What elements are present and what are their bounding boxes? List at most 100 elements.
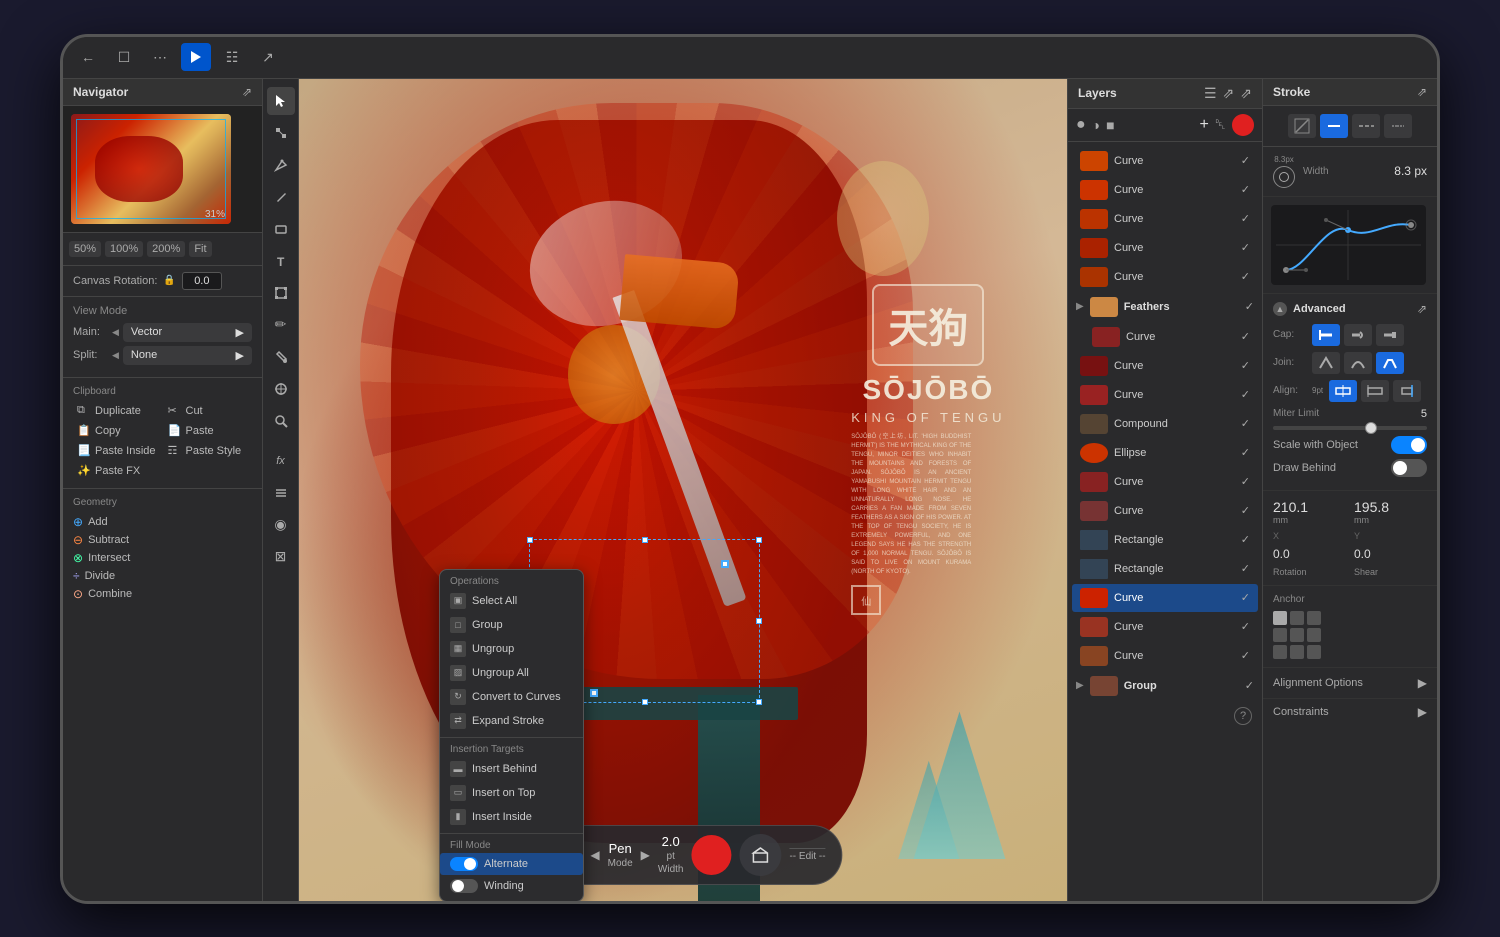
scale-toggle[interactable] xyxy=(1391,436,1427,454)
layers-plus-icon[interactable]: + xyxy=(1199,116,1208,134)
zoom-200[interactable]: 200% xyxy=(147,241,185,257)
canvas-area[interactable]: 天狗 SŌJŌBŌ KING OF TENGU SŌJŌBŌ (空上坊, LIT… xyxy=(299,79,1067,901)
layer-visibility[interactable]: ✓ xyxy=(1241,388,1250,401)
layer-item[interactable]: Curve ✓ xyxy=(1072,176,1258,204)
alternate-toggle[interactable] xyxy=(450,857,478,871)
align-outside-btn[interactable] xyxy=(1393,380,1421,402)
expand-stroke-button[interactable]: ⇄ Expand Stroke xyxy=(440,709,583,733)
x-value-field[interactable]: 0.0 xyxy=(1273,547,1346,561)
zoom-50[interactable]: 50% xyxy=(69,241,101,257)
align-center-btn[interactable] xyxy=(1329,380,1357,402)
mode-left-arrow[interactable]: ◀ xyxy=(590,848,599,862)
align-inside-btn[interactable] xyxy=(1361,380,1389,402)
anchor-tl[interactable] xyxy=(1273,611,1287,625)
layers-color-dot[interactable] xyxy=(1232,114,1254,136)
rect-layer-1[interactable]: Rectangle ✓ xyxy=(1072,526,1258,554)
compound-layer[interactable]: Compound ✓ xyxy=(1072,410,1258,438)
layer-visibility[interactable]: ✓ xyxy=(1241,154,1250,167)
layer-visibility[interactable]: ✓ xyxy=(1241,417,1250,430)
layer-item[interactable]: Curve ✓ xyxy=(1072,234,1258,262)
no-stroke-btn[interactable] xyxy=(1288,114,1316,138)
join-round-btn[interactable] xyxy=(1344,352,1372,374)
layer-visibility[interactable]: ✓ xyxy=(1241,475,1250,488)
layers-add-icon[interactable]: ● xyxy=(1076,116,1086,134)
cap-square-btn[interactable] xyxy=(1376,324,1404,346)
combine-button[interactable]: ⊙ Combine xyxy=(73,585,252,603)
split-chevron-left[interactable]: ◀ xyxy=(112,350,119,361)
symbol-tool[interactable]: ◉ xyxy=(267,511,295,539)
layer-item[interactable]: Curve ✓ xyxy=(1072,263,1258,291)
anchor-bm[interactable] xyxy=(1290,645,1304,659)
crop-tool[interactable]: ✏ xyxy=(267,311,295,339)
group-button[interactable]: □ Group xyxy=(440,613,583,637)
layer-visibility[interactable]: ✓ xyxy=(1241,241,1250,254)
selected-curve-layer[interactable]: Curve ✓ xyxy=(1072,584,1258,612)
layer-visibility[interactable]: ✓ xyxy=(1241,330,1250,343)
colour-button[interactable] xyxy=(691,835,731,875)
join-miter-btn[interactable] xyxy=(1312,352,1340,374)
pencil-tool[interactable] xyxy=(267,183,295,211)
rotation-input[interactable] xyxy=(182,272,222,290)
layer-item[interactable]: Curve ✓ xyxy=(1072,613,1258,641)
layer-visibility[interactable]: ✓ xyxy=(1241,270,1250,283)
layers-copy-icon[interactable]: ■ xyxy=(1106,117,1114,133)
select-all-button[interactable]: ▣ Select All xyxy=(440,589,583,613)
cursor-tool[interactable] xyxy=(267,87,295,115)
zoom-fit[interactable]: Fit xyxy=(189,241,211,257)
layer-visibility[interactable]: ✓ xyxy=(1241,359,1250,372)
insert-inside-button[interactable]: ▮ Insert Inside xyxy=(440,805,583,829)
layers-expand-icon[interactable]: ⇗ xyxy=(1223,85,1235,102)
anchor-mm[interactable] xyxy=(1290,628,1304,642)
layer-item[interactable]: Curve ✓ xyxy=(1072,468,1258,496)
width-value-stroke[interactable]: 8.3 px xyxy=(1394,164,1427,178)
layer-item[interactable]: Curve ✓ xyxy=(1072,642,1258,670)
anchor-tm[interactable] xyxy=(1290,611,1304,625)
layer-item[interactable]: Curve ✓ xyxy=(1072,205,1258,233)
cap-round-btn[interactable] xyxy=(1344,324,1372,346)
main-chevron-left[interactable]: ◀ xyxy=(112,327,119,338)
anchor-tr[interactable] xyxy=(1307,611,1321,625)
advanced-options-icon[interactable]: ⇗ xyxy=(1417,302,1427,316)
layers-tool[interactable] xyxy=(267,479,295,507)
split-selector[interactable]: None ▶ xyxy=(123,346,252,365)
solid-stroke-btn[interactable] xyxy=(1320,114,1348,138)
layers-new-icon[interactable]: ⇗ xyxy=(1240,85,1252,102)
layer-visibility[interactable]: ✓ xyxy=(1241,649,1250,662)
more-button[interactable]: ⋯ xyxy=(145,43,175,71)
layer-visibility[interactable]: ✓ xyxy=(1241,562,1250,575)
group-expand-icon[interactable]: ▶ xyxy=(1076,301,1084,312)
group-visibility[interactable]: ✓ xyxy=(1245,300,1254,313)
ungroup-button[interactable]: ▦ Ungroup xyxy=(440,637,583,661)
layers-stack-icon[interactable]: ◑ xyxy=(1092,117,1100,133)
layers-help-button[interactable]: ? xyxy=(1234,707,1252,725)
ellipse-layer[interactable]: Ellipse ✓ xyxy=(1072,439,1258,467)
join-bevel-btn[interactable] xyxy=(1376,352,1404,374)
subtract-button[interactable]: ⊖ Subtract xyxy=(73,531,252,549)
layer-item[interactable]: Curve ✓ xyxy=(1072,323,1258,351)
insert-behind-button[interactable]: ▬ Insert Behind xyxy=(440,757,583,781)
layers-list-icon[interactable]: ☰ xyxy=(1204,85,1217,102)
transform-tool[interactable] xyxy=(267,279,295,307)
winding-toggle[interactable] xyxy=(450,879,478,893)
layers-trash-icon[interactable]: ␡ xyxy=(1215,116,1226,133)
main-selector[interactable]: Vector ▶ xyxy=(123,323,252,342)
bottom-group[interactable]: ▶ Group ✓ xyxy=(1068,671,1262,701)
text-tool[interactable]: T xyxy=(267,247,295,275)
export-button[interactable]: ↗ xyxy=(253,43,283,71)
navigator-expand-icon[interactable]: ⇗ xyxy=(242,85,252,99)
zoom-tool[interactable] xyxy=(267,407,295,435)
intersect-button[interactable]: ⊗ Intersect xyxy=(73,549,252,567)
winding-fill-button[interactable]: Winding xyxy=(440,875,583,897)
insert-top-button[interactable]: ▭ Insert on Top xyxy=(440,781,583,805)
dashed-stroke-btn[interactable] xyxy=(1352,114,1380,138)
layer-item[interactable]: Curve ✓ xyxy=(1072,352,1258,380)
layer-visibility[interactable]: ✓ xyxy=(1241,183,1250,196)
divide-button[interactable]: ÷ Divide xyxy=(73,567,252,585)
group-visibility[interactable]: ✓ xyxy=(1245,679,1254,692)
document-button[interactable]: ☐ xyxy=(109,43,139,71)
mode-right-arrow[interactable]: ▶ xyxy=(641,848,650,862)
anchor-bl[interactable] xyxy=(1273,645,1287,659)
paste-style-button[interactable]: ☶ Paste Style xyxy=(164,442,253,460)
custom-stroke-btn[interactable] xyxy=(1384,114,1412,138)
shape-tool[interactable] xyxy=(267,215,295,243)
